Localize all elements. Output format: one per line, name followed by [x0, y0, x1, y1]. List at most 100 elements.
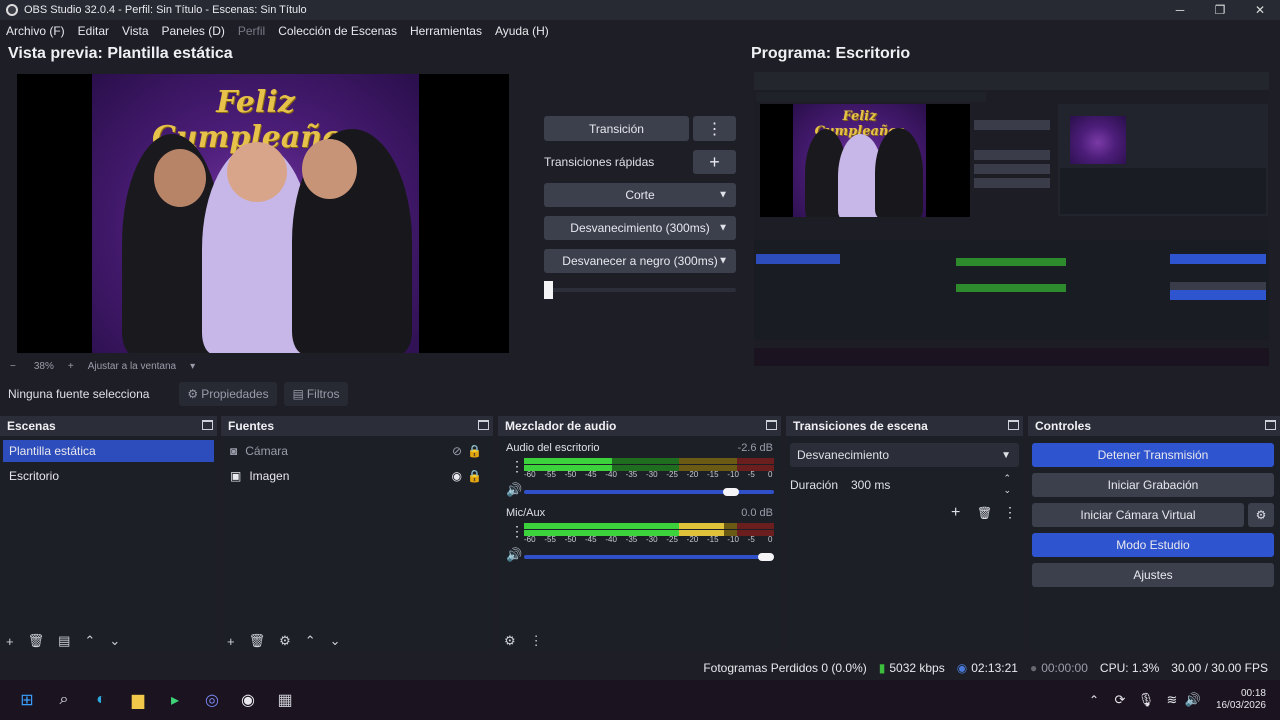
menu-tools[interactable]: Herramientas — [410, 24, 482, 38]
meter-zone — [736, 523, 774, 529]
undock-icon[interactable] — [478, 420, 489, 430]
meter-ticks: -60 -55 -50 -45 -40 -35 -30 -25 -20 -15 -10 -5 0 — [524, 535, 774, 545]
windows-start-icon[interactable]: ⊞ — [15, 688, 39, 712]
taskbar-clock[interactable]: 00:18 16/03/2026 — [1206, 688, 1266, 712]
tbar-slider-track[interactable] — [544, 288, 736, 292]
terminal-icon[interactable]: ▸ — [163, 688, 187, 712]
transition-select[interactable]: Desvanecimiento ▼ — [790, 443, 1019, 467]
image-icon: ▣ — [230, 469, 242, 483]
filter-icon[interactable]: ▤ — [58, 633, 70, 649]
move-up-icon[interactable]: ⌃ — [84, 633, 95, 649]
meter-tick-label: -15 — [707, 535, 719, 544]
volume-slider-handle[interactable] — [758, 553, 774, 561]
microphone-icon[interactable]: 🎙 — [1134, 688, 1158, 712]
search-icon[interactable]: ⌕ — [52, 688, 76, 712]
add-icon[interactable]: + — [227, 634, 235, 649]
file-explorer-icon[interactable]: ▆ — [126, 688, 150, 712]
add-icon[interactable]: + — [951, 504, 960, 522]
volume-slider-handle[interactable] — [722, 488, 739, 496]
source-toolbar: Ninguna fuente selecciona ⚙ Propiedades ▤… — [0, 381, 1280, 407]
zoom-level: 38% — [33, 360, 54, 372]
zoom-in-button[interactable]: + — [68, 361, 74, 372]
clock-time: 00:18 — [1240, 688, 1266, 699]
properties-button[interactable]: ⚙ Propiedades — [179, 382, 277, 406]
virtual-camera-settings-button[interactable]: ⚙ — [1248, 503, 1274, 527]
preview-zoom-bar: − 38% + Ajustar a la ventana ▾ — [0, 358, 520, 374]
move-up-icon[interactable]: ⌃ — [305, 633, 316, 649]
spin-down-icon[interactable]: ⌄ — [1003, 485, 1011, 496]
quick-transition-fade[interactable]: Desvanecimiento (300ms) ▼ — [544, 216, 736, 240]
source-item[interactable]: ◙ Cámara ⊘ 🔒 — [224, 440, 490, 462]
undock-icon[interactable] — [1008, 420, 1019, 430]
maximize-icon[interactable]: ❐ — [1200, 0, 1240, 20]
meter-tick-label: -20 — [686, 470, 699, 479]
app-icon[interactable]: ▦ — [273, 688, 297, 712]
scene-item[interactable]: Escritorio — [3, 465, 214, 487]
scenes-footer: + 🗑 ▤ ⌃ ⌄ — [0, 630, 217, 652]
tbar-slider-handle[interactable] — [544, 281, 553, 299]
volume-icon[interactable]: 🔊 — [1181, 688, 1205, 712]
transition-menu-icon[interactable]: ⋮ — [693, 116, 736, 141]
discord-icon[interactable]: ◎ — [200, 688, 224, 712]
meter-tick-label: -50 — [564, 535, 577, 544]
eye-icon[interactable]: ◉ — [452, 469, 462, 483]
menu-docks[interactable]: Paneles (D) — [162, 24, 225, 38]
fit-to-window[interactable]: Ajustar a la ventana — [88, 361, 176, 372]
duration-input[interactable]: 300 ms ⌃ ⌄ — [846, 473, 1019, 497]
obs-icon[interactable]: ◉ — [236, 688, 260, 712]
lock-icon[interactable]: 🔒 — [467, 469, 482, 483]
transition-button[interactable]: Transición — [544, 116, 689, 141]
mixer-menu-icon[interactable]: ⋮ — [510, 458, 524, 475]
menu-profile[interactable]: Perfil — [238, 24, 265, 38]
spin-up-icon[interactable]: ⌃ — [1003, 473, 1011, 484]
mixer-options-icon[interactable]: ⋮ — [530, 633, 543, 649]
eye-hidden-icon[interactable]: ⊘ — [452, 444, 462, 458]
undock-icon[interactable] — [1265, 420, 1276, 430]
mixer-menu-icon[interactable]: ⋮ — [510, 523, 524, 540]
minimize-icon[interactable]: ─ — [1160, 0, 1200, 20]
menu-file[interactable]: Archivo (F) — [6, 24, 65, 38]
trash-icon[interactable]: 🗑 — [28, 633, 45, 649]
close-icon[interactable]: ✕ — [1240, 0, 1280, 20]
volume-slider[interactable] — [524, 555, 774, 559]
speaker-icon[interactable]: 🔊 — [506, 482, 522, 498]
meter-tick-label: -60 — [524, 470, 536, 479]
edge-icon[interactable]: ◐ — [89, 688, 113, 712]
trash-icon[interactable]: 🗑 — [977, 506, 992, 520]
transition-options-icon[interactable]: ⋮ — [1003, 504, 1017, 521]
menu-edit[interactable]: Editar — [78, 24, 109, 38]
filters-button[interactable]: ▤ Filtros — [284, 382, 348, 406]
menu-scene-collection[interactable]: Colección de Escenas — [278, 24, 397, 38]
move-down-icon[interactable]: ⌄ — [330, 633, 341, 649]
meter-tick-label: -60 — [524, 535, 536, 544]
speaker-icon[interactable]: 🔊 — [506, 547, 522, 563]
lock-icon[interactable]: 🔒 — [467, 444, 482, 458]
add-icon[interactable]: + — [6, 634, 14, 649]
preview-canvas[interactable]: Feliz Cumpleaños — [17, 74, 509, 353]
trash-icon[interactable]: 🗑 — [249, 633, 266, 649]
menu-help[interactable]: Ayuda (H) — [495, 24, 549, 38]
studio-mode-button[interactable]: Modo Estudio — [1032, 533, 1274, 557]
start-recording-button[interactable]: Iniciar Grabación — [1032, 473, 1274, 497]
chevron-down-icon[interactable]: ▾ — [190, 361, 195, 372]
undock-icon[interactable] — [766, 420, 777, 430]
sync-icon[interactable]: ⟳ — [1108, 688, 1132, 712]
menu-view[interactable]: Vista — [122, 24, 148, 38]
settings-button[interactable]: Ajustes — [1032, 563, 1274, 587]
move-down-icon[interactable]: ⌄ — [109, 633, 120, 649]
quick-transitions-label: Transiciones rápidas — [544, 155, 655, 169]
quick-transition-cut[interactable]: Corte ▼ — [544, 183, 736, 207]
zoom-out-button[interactable]: − — [10, 361, 16, 372]
start-virtual-camera-button[interactable]: Iniciar Cámara Virtual — [1032, 503, 1244, 527]
add-quick-transition-button[interactable]: + — [693, 150, 736, 174]
stop-stream-button[interactable]: Detener Transmisión — [1032, 443, 1274, 467]
obs-logo-icon — [6, 4, 18, 16]
source-item[interactable]: ▣ Imagen ◉ 🔒 — [224, 465, 490, 487]
advanced-audio-icon[interactable]: ⚙ — [504, 633, 516, 649]
scene-item[interactable]: Plantilla estática — [3, 440, 214, 462]
undock-icon[interactable] — [202, 420, 213, 430]
meter-tick-label: -35 — [625, 470, 638, 479]
quick-transition-fade-black[interactable]: Desvanecer a negro (300ms) ▼ — [544, 249, 736, 273]
tray-chevron-icon[interactable]: ⌃ — [1082, 688, 1106, 712]
gear-icon[interactable]: ⚙ — [279, 633, 291, 649]
